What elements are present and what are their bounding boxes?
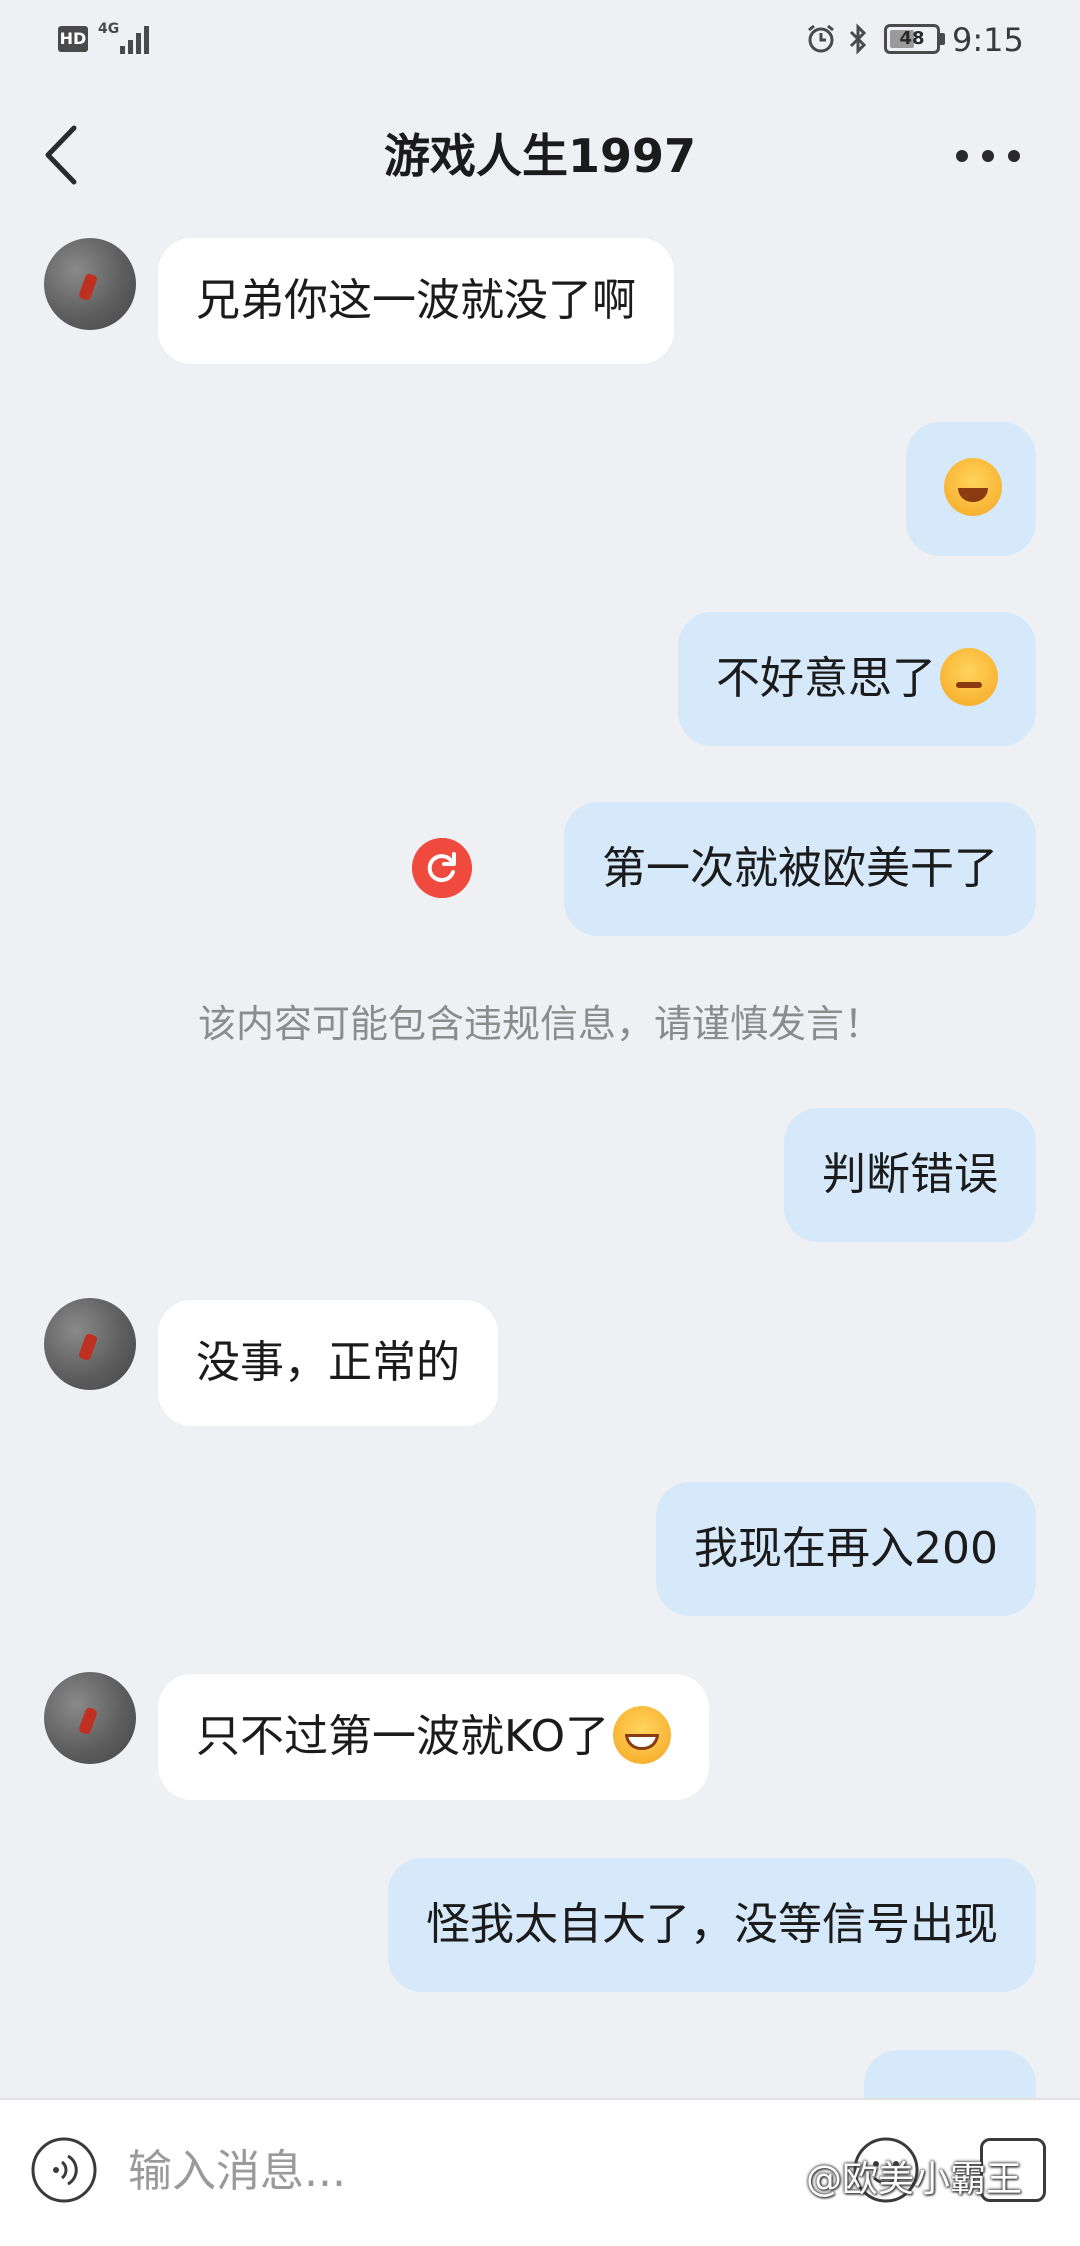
message-bubble[interactable]: 只不过第一波就KO了 (158, 1674, 710, 1800)
chat-header: 游戏人生1997 (0, 100, 1080, 210)
message-text: 没事，正常的 (196, 1337, 460, 1388)
watermark: @欧美小霸王 (806, 2159, 1023, 2200)
contact-avatar[interactable] (44, 1298, 136, 1390)
message-bubble[interactable]: 第一次就被欧美干了 (564, 802, 1036, 936)
message-bubble[interactable]: 兄弟你这一波就没了啊 (158, 238, 674, 364)
message-incoming: 没事，正常的 (0, 1298, 1080, 1428)
bluetooth-icon (849, 23, 867, 55)
battery-level: 48 (899, 28, 925, 49)
signal-icon (120, 24, 152, 54)
message-outgoing: 第一次就被欧美干了 (0, 802, 1080, 936)
message-text: 兄弟你这一波就没了啊 (196, 275, 636, 326)
message-bubble-partial[interactable] (864, 2050, 1036, 2100)
message-bubble[interactable]: 不好意思了 (678, 612, 1036, 746)
status-bar: HD 4G 48 9:15 (0, 0, 1080, 80)
clock: 9:15 (952, 21, 1024, 59)
message-outgoing: 判断错误 (0, 1108, 1080, 1242)
message-text: 第一次就被欧美干了 (602, 843, 998, 894)
message-text: 只不过第一波就KO了 (196, 1711, 610, 1762)
tears-of-joy-emoji (944, 458, 1002, 516)
more-options-icon[interactable] (948, 126, 1028, 182)
message-bubble[interactable]: 怪我太自大了，没等信号出现 (388, 1858, 1036, 1992)
message-bubble[interactable]: 判断错误 (784, 1108, 1036, 1242)
battery-icon: 48 (884, 24, 940, 54)
message-incoming: 兄弟你这一波就没了啊 (0, 238, 1080, 368)
message-outgoing: 我现在再入200 (0, 1482, 1080, 1616)
contact-avatar[interactable] (44, 1672, 136, 1764)
message-text: 怪我太自大了，没等信号出现 (426, 1899, 998, 1950)
contact-avatar[interactable] (44, 238, 136, 330)
chat-title: 游戏人生1997 (383, 129, 697, 183)
hd-indicator: HD (58, 26, 88, 52)
message-outgoing: 怪我太自大了，没等信号出现 (0, 1858, 1080, 1992)
message-text: 不好意思了 (716, 653, 936, 704)
message-input[interactable]: 输入消息... (128, 2140, 828, 2204)
huffing-emoji (940, 648, 998, 706)
message-text: 判断错误 (822, 1149, 998, 1200)
message-bubble[interactable] (906, 422, 1036, 556)
alarm-icon (808, 24, 834, 53)
message-incoming: 只不过第一波就KO了 (0, 1672, 1080, 1802)
message-bubble[interactable]: 没事，正常的 (158, 1300, 498, 1426)
voice-input-icon[interactable] (30, 2136, 98, 2204)
resend-icon[interactable] (412, 838, 472, 898)
message-outgoing: 不好意思了 (0, 612, 1080, 746)
content-warning: 该内容可能包含违规信息，请谨慎发言！ (197, 1002, 882, 1046)
network-type: 4G (98, 21, 120, 37)
grin-emoji (613, 1706, 672, 1764)
message-bubble[interactable]: 我现在再入200 (656, 1482, 1036, 1616)
message-text: 我现在再入200 (694, 1523, 998, 1574)
message-outgoing (0, 422, 1080, 556)
